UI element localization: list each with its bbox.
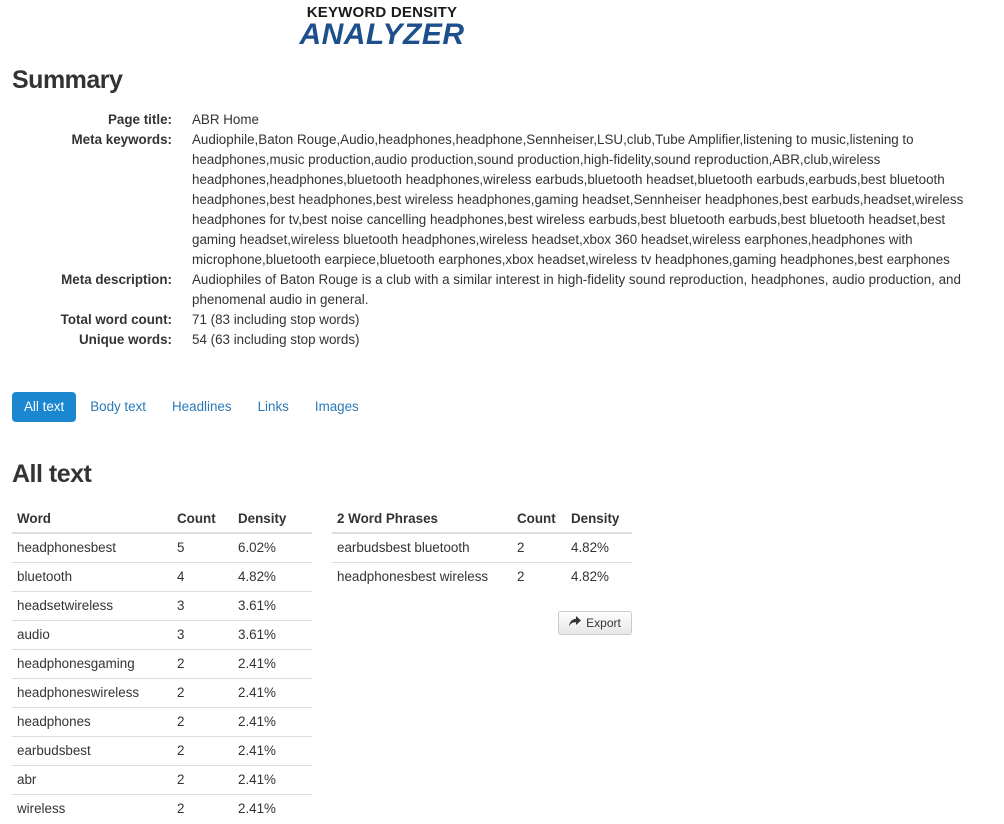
cell-count: 2 [512,561,566,591]
cell-density: 2.41% [233,764,312,794]
cell-density: 2.41% [233,735,312,765]
cell-count: 4 [172,561,233,591]
cell-term: earbudsbest [12,735,172,765]
cell-term: abr [12,764,172,794]
tab-links[interactable]: Links [246,392,301,422]
cell-density: 4.82% [566,532,632,562]
table-row: headphonesbest 5 6.02% [12,532,312,562]
section-heading: All text [12,460,92,488]
column-header-count: Count [172,504,233,534]
summary-label: Total word count: [60,312,172,327]
cell-count: 5 [172,532,233,562]
table-row: headphones 2 2.41% [12,706,312,736]
table-row: headphoneswireless 2 2.41% [12,677,312,707]
summary-row-unique-words: Unique words: 54 (63 including stop word… [12,330,997,350]
cell-term: headphonesbest wireless [332,561,512,591]
cell-term: headphoneswireless [12,677,172,707]
share-arrow-icon [569,616,582,630]
cell-density: 2.41% [233,793,312,823]
tab-body-text[interactable]: Body text [78,392,158,422]
phrase-density-table: 2 Word Phrases Count Density earbudsbest… [332,504,632,591]
summary-value: 54 (63 including stop words) [192,332,360,347]
summary-value: Audiophiles of Baton Rouge is a club wit… [192,272,961,307]
cell-count: 2 [172,648,233,678]
cell-term: earbudsbest bluetooth [332,532,512,562]
cell-count: 2 [512,532,566,562]
summary-value: ABR Home [192,112,259,127]
table-header-row: Word Count Density [12,504,312,534]
tab-all-text[interactable]: All text [12,392,77,422]
column-header-phrase: 2 Word Phrases [332,504,512,534]
cell-density: 2.41% [233,677,312,707]
table-header-row: 2 Word Phrases Count Density [332,504,632,534]
export-label: Export [586,616,621,630]
cell-density: 3.61% [233,619,312,649]
summary-value: 71 (83 including stop words) [192,312,360,327]
tab-headlines[interactable]: Headlines [160,392,244,422]
cell-term: headsetwireless [12,590,172,620]
word-density-table: Word Count Density headphonesbest 5 6.02% b… [12,504,312,823]
column-header-density: Density [233,504,312,534]
cell-term: wireless [12,793,172,823]
summary-label: Unique words: [79,332,172,347]
table-row: earbudsbest bluetooth 2 4.82% [332,532,632,562]
summary-row-total-word-count: Total word count: 71 (83 including stop … [12,310,997,330]
cell-count: 3 [172,619,233,649]
table-row: wireless 2 2.41% [12,793,312,823]
cell-density: 2.41% [233,706,312,736]
table-row: bluetooth 4 4.82% [12,561,312,591]
table-row: audio 3 3.61% [12,619,312,649]
cell-count: 2 [172,677,233,707]
cell-density: 4.82% [233,561,312,591]
cell-density: 3.61% [233,590,312,620]
cell-count: 2 [172,735,233,765]
cell-density: 2.41% [233,648,312,678]
table-row: headsetwireless 3 3.61% [12,590,312,620]
cell-density: 4.82% [566,561,632,591]
cell-count: 3 [172,590,233,620]
summary-list: Page title: ABR Home Meta keywords: Audi… [12,110,997,350]
summary-heading: Summary [12,66,123,94]
cell-term: headphonesbest [12,532,172,562]
column-header-density: Density [566,504,632,534]
summary-row-meta-keywords: Meta keywords: Audiophile,Baton Rouge,Au… [12,130,997,270]
column-header-word: Word [12,504,172,534]
table-row: earbudsbest 2 2.41% [12,735,312,765]
cell-term: headphones [12,706,172,736]
cell-count: 2 [172,793,233,823]
cell-term: audio [12,619,172,649]
cell-count: 2 [172,764,233,794]
cell-term: bluetooth [12,561,172,591]
tab-images[interactable]: Images [303,392,371,422]
column-header-count: Count [512,504,566,534]
app-logo: KEYWORD DENSITY ANALYZER [297,4,467,51]
tab-bar: All text Body text Headlines Links Image… [12,392,373,422]
summary-value: Audiophile,Baton Rouge,Audio,headphones,… [192,132,964,267]
table-row: headphonesgaming 2 2.41% [12,648,312,678]
cell-density: 6.02% [233,532,312,562]
summary-label: Meta keywords: [71,132,172,147]
summary-row-page-title: Page title: ABR Home [12,110,997,130]
summary-label: Page title: [108,112,172,127]
logo-line2: ANALYZER [299,18,465,51]
cell-count: 2 [172,706,233,736]
summary-label: Meta description: [61,272,172,287]
export-button[interactable]: Export [558,611,632,635]
table-row: headphonesbest wireless 2 4.82% [332,561,632,591]
summary-row-meta-description: Meta description: Audiophiles of Baton R… [12,270,997,310]
table-row: abr 2 2.41% [12,764,312,794]
cell-term: headphonesgaming [12,648,172,678]
